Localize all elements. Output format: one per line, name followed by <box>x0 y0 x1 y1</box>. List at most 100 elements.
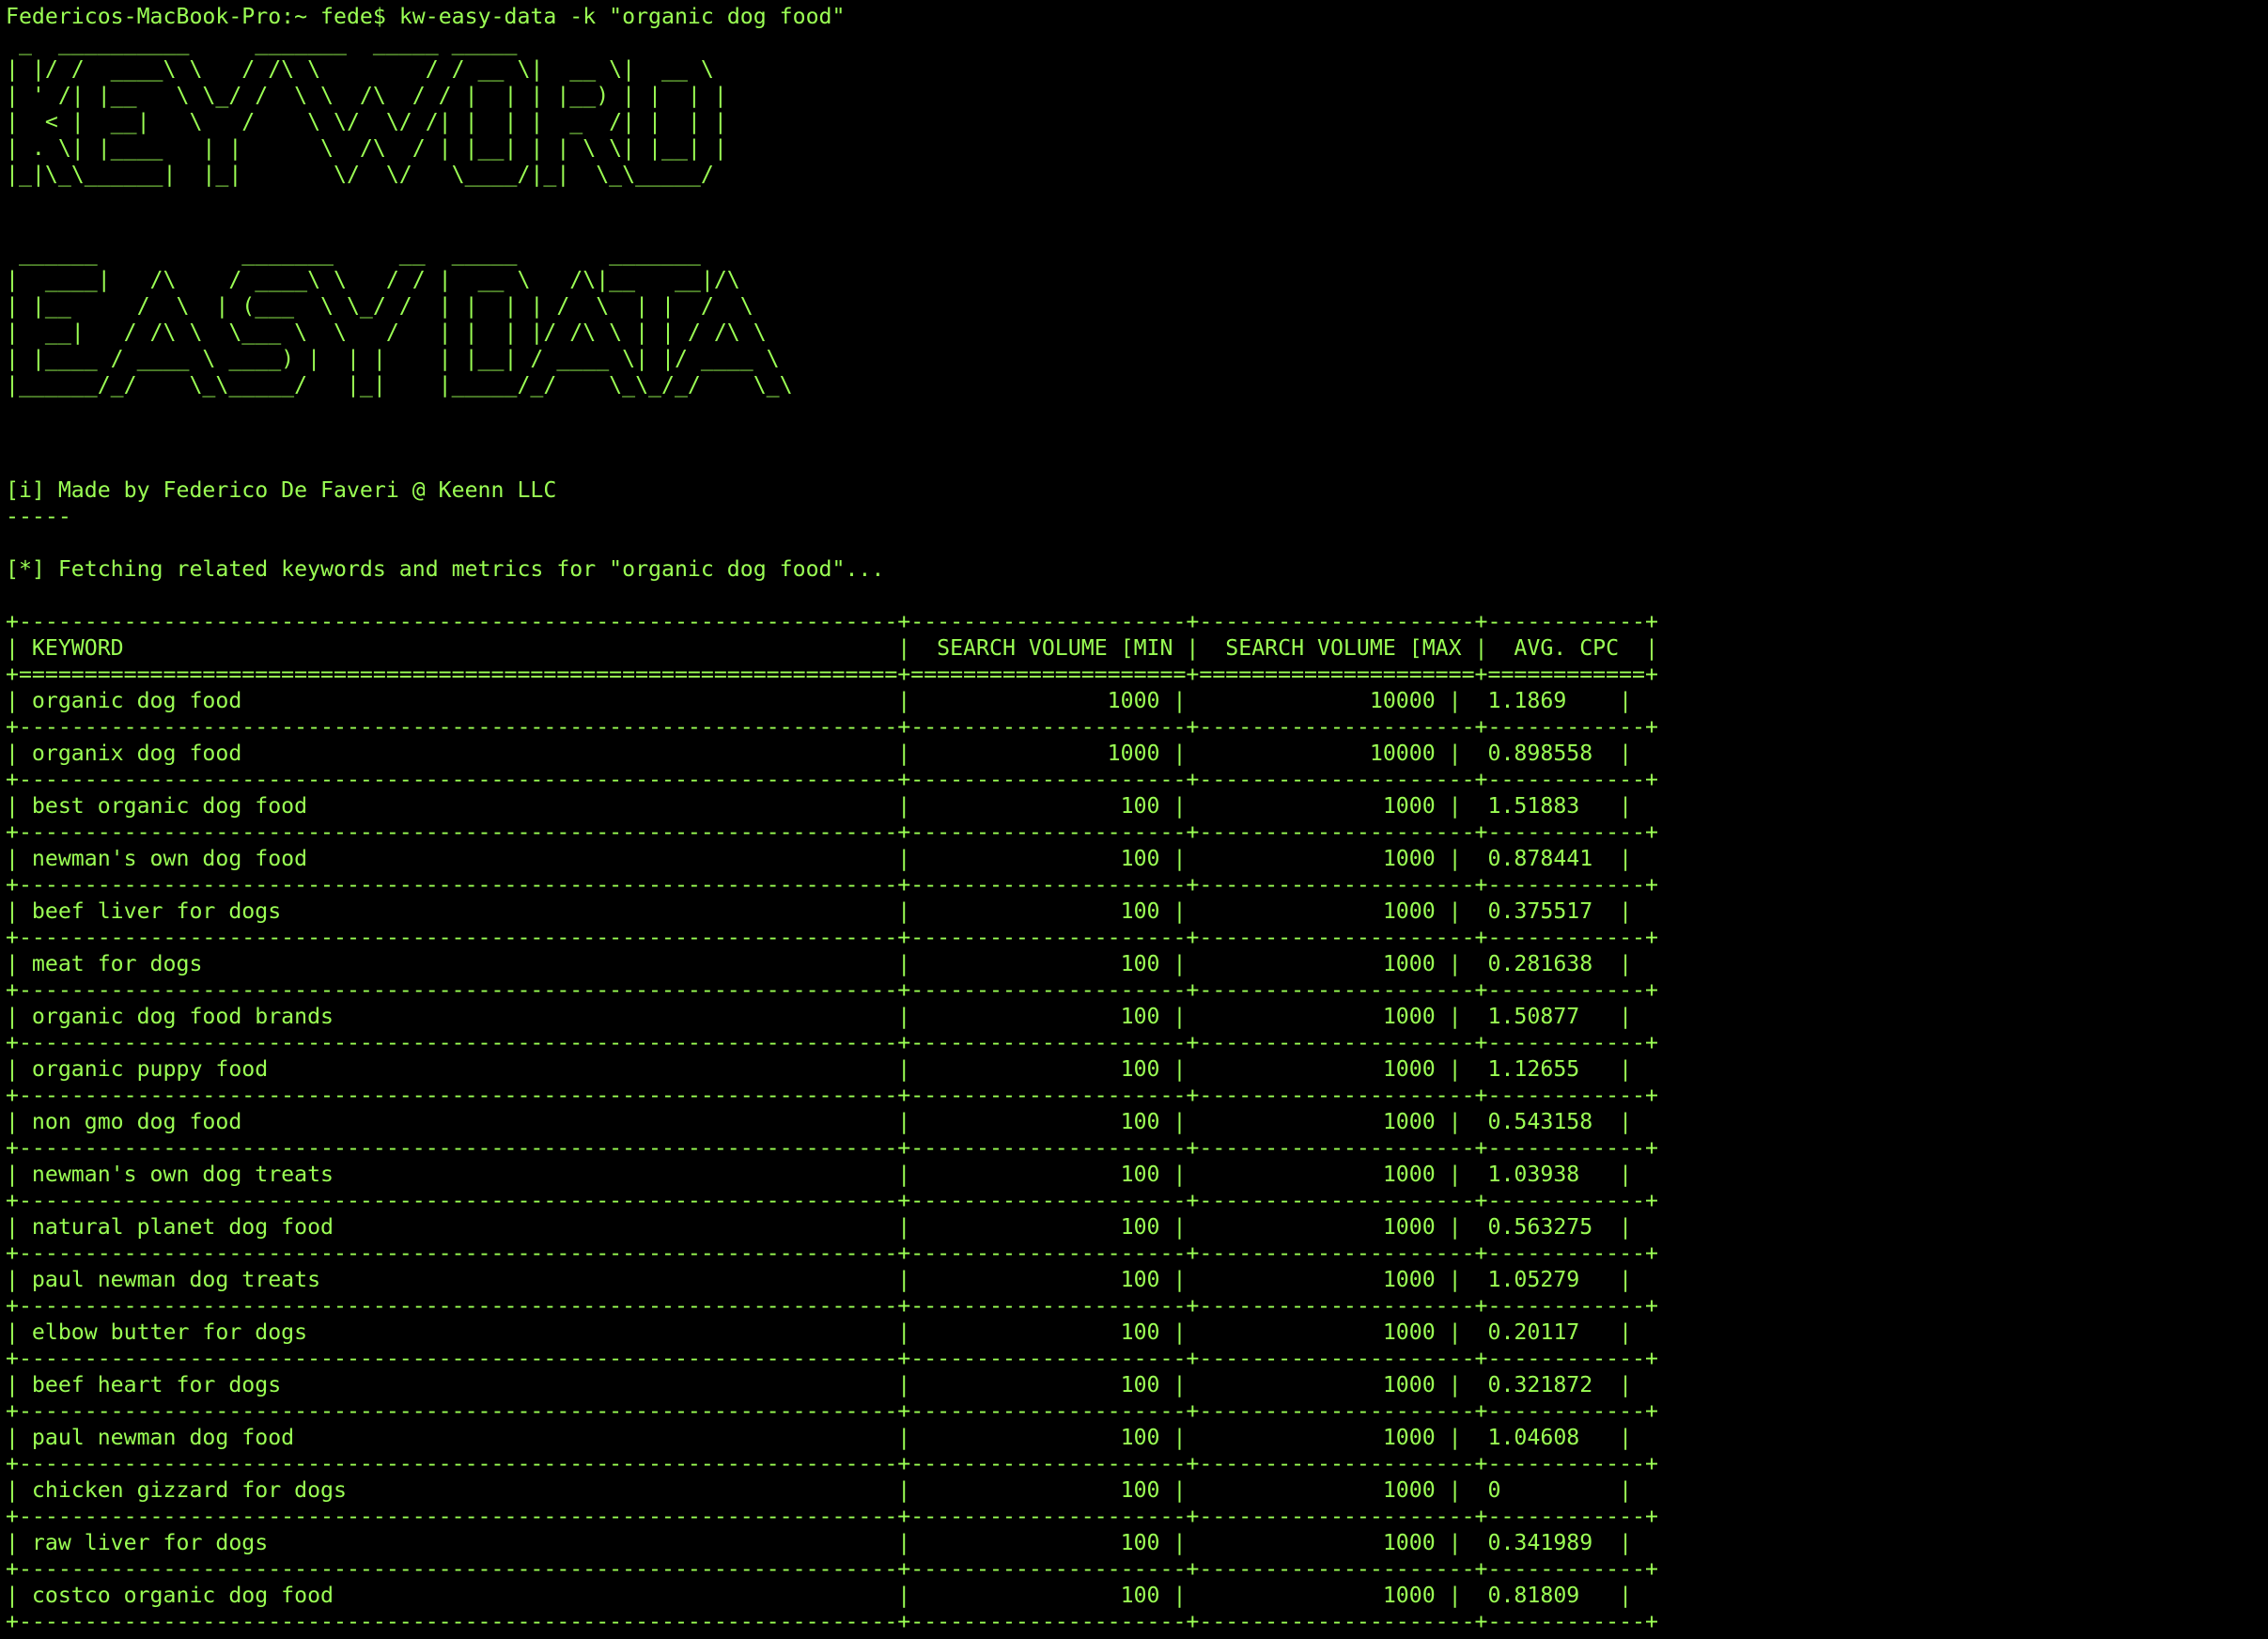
table-border: +---------------------------------------… <box>6 1083 1658 1108</box>
search-volume-max-cell: 1000 <box>1199 1004 1436 1029</box>
avg-cpc-cell: 1.1869 <box>1487 688 1607 713</box>
table-border: +---------------------------------------… <box>6 1346 1658 1371</box>
table-row: | meat for dogs | 100 | 1000 | 0.281638 … <box>6 951 1633 976</box>
search-volume-max-cell: 1000 <box>1199 1109 1436 1134</box>
search-volume-max-cell: 1000 <box>1199 1583 1436 1608</box>
avg-cpc-cell: 0.543158 <box>1487 1109 1607 1134</box>
table-border: +---------------------------------------… <box>6 1241 1658 1266</box>
easy-data-ascii-banner: ______ _______ __ _____ _______ | ____| … <box>6 241 793 398</box>
table-border: +---------------------------------------… <box>6 1556 1658 1582</box>
command-line: Federicos-MacBook-Pro:~ fede$ kw-easy-da… <box>6 4 845 30</box>
table-header-search-volume-min: SEARCH VOLUME [MIN <box>937 635 1173 661</box>
keyword-cell: newman's own dog treats <box>31 1162 885 1187</box>
search-volume-min-cell: 100 <box>924 1162 1160 1187</box>
search-volume-min-cell: 100 <box>924 1267 1160 1292</box>
table-border: +---------------------------------------… <box>6 609 1658 634</box>
keyword-cell: organic dog food brands <box>31 1004 885 1029</box>
avg-cpc-cell: 1.04608 <box>1487 1425 1607 1450</box>
search-volume-max-cell: 1000 <box>1199 1477 1436 1503</box>
table-row: | organic dog food | 1000 | 10000 | 1.18… <box>6 688 1633 713</box>
search-volume-min-cell: 100 <box>924 1109 1160 1134</box>
avg-cpc-cell: 0.375517 <box>1487 898 1607 924</box>
search-volume-max-cell: 10000 <box>1199 688 1436 713</box>
keyword-cell: organix dog food <box>31 741 885 766</box>
table-border: +---------------------------------------… <box>6 925 1658 950</box>
table-row: | beef liver for dogs | 100 | 1000 | 0.3… <box>6 898 1633 924</box>
table-border: +=======================================… <box>6 662 1658 687</box>
search-volume-max-cell: 1000 <box>1199 1425 1436 1450</box>
table-row: | elbow butter for dogs | 100 | 1000 | 0… <box>6 1319 1633 1345</box>
info-line: [i] Made by Federico De Faveri @ Keenn L… <box>6 477 557 503</box>
search-volume-max-cell: 1000 <box>1199 1267 1436 1292</box>
search-volume-max-cell: 1000 <box>1199 793 1436 819</box>
keyword-cell: organic dog food <box>31 688 885 713</box>
table-row: | newman's own dog treats | 100 | 1000 |… <box>6 1162 1633 1187</box>
search-volume-min-cell: 100 <box>924 1004 1160 1029</box>
table-border: +---------------------------------------… <box>6 977 1658 1003</box>
table-row: | organic puppy food | 100 | 1000 | 1.12… <box>6 1056 1633 1082</box>
table-row: | newman's own dog food | 100 | 1000 | 0… <box>6 846 1633 871</box>
search-volume-max-cell: 1000 <box>1199 1162 1436 1187</box>
table-header-search-volume-max: SEARCH VOLUME [MAX <box>1225 635 1462 661</box>
search-volume-max-cell: 10000 <box>1199 741 1436 766</box>
keyword-ascii-banner: _ __________ _______ _____ _____ | |/ / … <box>6 30 727 187</box>
table-border: +---------------------------------------… <box>6 1188 1658 1213</box>
table-border: +---------------------------------------… <box>6 872 1658 898</box>
keyword-cell: paul newman dog treats <box>31 1267 885 1292</box>
search-volume-min-cell: 1000 <box>924 741 1160 766</box>
results-table: +---------------------------------------… <box>6 609 1658 1635</box>
search-volume-max-cell: 1000 <box>1199 1319 1436 1345</box>
search-volume-min-cell: 100 <box>924 1530 1160 1555</box>
search-volume-min-cell: 100 <box>924 1477 1160 1503</box>
keyword-cell: raw liver for dogs <box>31 1530 885 1555</box>
table-row: | natural planet dog food | 100 | 1000 |… <box>6 1214 1633 1240</box>
avg-cpc-cell: 1.12655 <box>1487 1056 1607 1082</box>
command-text: kw-easy-data -k "organic dog food" <box>398 4 846 29</box>
table-row: | non gmo dog food | 100 | 1000 | 0.5431… <box>6 1109 1633 1134</box>
table-header-row: | KEYWORD | SEARCH VOLUME [MIN | SEARCH … <box>6 635 1658 661</box>
keyword-cell: organic puppy food <box>31 1056 885 1082</box>
table-border: +---------------------------------------… <box>6 1293 1658 1319</box>
terminal-window[interactable]: Federicos-MacBook-Pro:~ fede$ kw-easy-da… <box>0 0 2268 1639</box>
search-volume-min-cell: 100 <box>924 1319 1160 1345</box>
keyword-cell: non gmo dog food <box>31 1109 885 1134</box>
search-volume-min-cell: 100 <box>924 1214 1160 1240</box>
avg-cpc-cell: 1.51883 <box>1487 793 1607 819</box>
separator-line: ----- <box>6 504 71 529</box>
search-volume-max-cell: 1000 <box>1199 1214 1436 1240</box>
keyword-cell: chicken gizzard for dogs <box>31 1477 885 1503</box>
search-volume-min-cell: 100 <box>924 793 1160 819</box>
table-border: +---------------------------------------… <box>6 714 1658 740</box>
table-row: | costco organic dog food | 100 | 1000 |… <box>6 1583 1633 1608</box>
avg-cpc-cell: 0.563275 <box>1487 1214 1607 1240</box>
keyword-cell: beef liver for dogs <box>31 898 885 924</box>
avg-cpc-cell: 1.03938 <box>1487 1162 1607 1187</box>
search-volume-min-cell: 100 <box>924 898 1160 924</box>
avg-cpc-cell: 0 <box>1487 1477 1607 1503</box>
search-volume-min-cell: 100 <box>924 1583 1160 1608</box>
search-volume-min-cell: 100 <box>924 951 1160 976</box>
table-row: | organic dog food brands | 100 | 1000 |… <box>6 1004 1633 1029</box>
table-header-avg-cpc: AVG. CPC <box>1514 635 1633 661</box>
search-volume-min-cell: 100 <box>924 1056 1160 1082</box>
table-row: | beef heart for dogs | 100 | 1000 | 0.3… <box>6 1372 1633 1397</box>
avg-cpc-cell: 0.898558 <box>1487 741 1607 766</box>
avg-cpc-cell: 1.05279 <box>1487 1267 1607 1292</box>
avg-cpc-cell: 1.50877 <box>1487 1004 1607 1029</box>
table-border: +---------------------------------------… <box>6 1504 1658 1529</box>
table-row: | paul newman dog treats | 100 | 1000 | … <box>6 1267 1633 1292</box>
table-border: +---------------------------------------… <box>6 1609 1658 1634</box>
avg-cpc-cell: 0.81809 <box>1487 1583 1607 1608</box>
search-volume-max-cell: 1000 <box>1199 951 1436 976</box>
table-row: | raw liver for dogs | 100 | 1000 | 0.34… <box>6 1530 1633 1555</box>
table-header-keyword: KEYWORD <box>31 635 885 661</box>
table-row: | organix dog food | 1000 | 10000 | 0.89… <box>6 741 1633 766</box>
avg-cpc-cell: 0.20117 <box>1487 1319 1607 1345</box>
table-row: | paul newman dog food | 100 | 1000 | 1.… <box>6 1425 1633 1450</box>
keyword-cell: natural planet dog food <box>31 1214 885 1240</box>
avg-cpc-cell: 0.281638 <box>1487 951 1607 976</box>
keyword-cell: paul newman dog food <box>31 1425 885 1450</box>
search-volume-min-cell: 100 <box>924 1425 1160 1450</box>
table-border: +---------------------------------------… <box>6 1398 1658 1424</box>
status-line: [*] Fetching related keywords and metric… <box>6 556 885 582</box>
